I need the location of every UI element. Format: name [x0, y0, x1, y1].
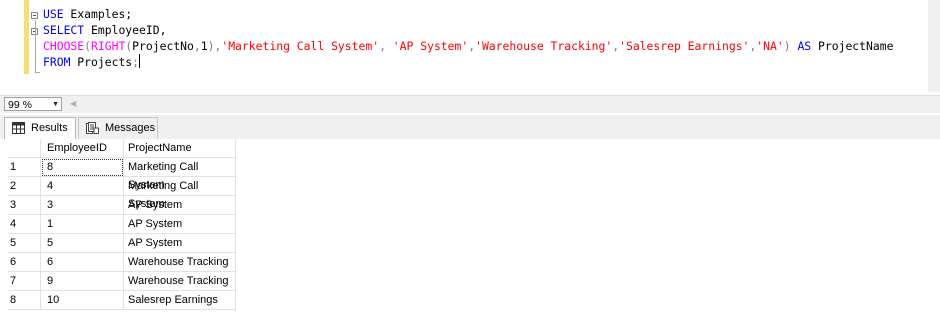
code-token: FROM	[43, 55, 71, 69]
employeeid-cell[interactable]: 8	[41, 158, 124, 177]
row-number[interactable]: 1	[8, 158, 41, 177]
code-token: ProjectName	[811, 39, 894, 53]
code-line[interactable]: CHOOSE(RIGHT(ProjectNo,1),'Marketing Cal…	[43, 38, 893, 54]
code-token: ),	[207, 39, 222, 53]
code-token: CHOOSE	[43, 39, 85, 53]
zoom-select[interactable]: 99 % ▼	[4, 97, 62, 111]
editor-status-strip: 99 % ▼ ◀	[0, 95, 940, 113]
employeeid-cell[interactable]: 10	[41, 291, 124, 310]
code-token: 'Warehouse Tracking'	[475, 39, 613, 53]
row-number[interactable]: 2	[8, 177, 41, 196]
row-number[interactable]: 8	[8, 291, 41, 310]
code-token: ;	[132, 55, 140, 69]
projectname-cell[interactable]: Warehouse Tracking	[124, 272, 236, 291]
projectname-cell[interactable]: AP System	[124, 215, 236, 234]
employeeid-cell[interactable]: 1	[41, 215, 124, 234]
projectname-cell[interactable]: AP System	[124, 234, 236, 253]
projectname-cell[interactable]: Marketing Call System	[124, 158, 236, 191]
code-token: 'NA'	[756, 39, 784, 53]
code-token: Examples;	[63, 7, 133, 21]
code-token: USE	[43, 7, 64, 21]
code-token: SELECT	[43, 23, 85, 37]
code-token: 'Salesrep Earnings'	[619, 39, 750, 53]
employeeid-cell[interactable]: 3	[41, 196, 124, 215]
tab-results-label: Results	[31, 122, 68, 134]
code-token: (	[84, 39, 92, 53]
row-number-header[interactable]	[8, 139, 41, 158]
projectname-cell[interactable]: Salesrep Earnings	[124, 291, 236, 310]
code-token: ,	[193, 39, 201, 53]
results-grid-area[interactable]: EmployeeID ProjectName 1 8 Marketing Call …	[0, 139, 940, 328]
code-line[interactable]: USE Examples;	[43, 6, 132, 22]
projectname-cell[interactable]: Marketing Call System	[124, 177, 236, 210]
employeeid-cell[interactable]: 5	[41, 234, 124, 253]
row-number[interactable]: 7	[8, 272, 41, 291]
row-number[interactable]: 3	[8, 196, 41, 215]
employeeid-cell[interactable]: 9	[41, 272, 124, 291]
code-token: AS	[797, 39, 812, 53]
editor-gutter	[0, 0, 22, 92]
change-tracking-bar	[24, 0, 29, 74]
dropdown-arrow-icon[interactable]: ▼	[52, 98, 59, 112]
tab-messages[interactable]: Messages	[78, 117, 158, 139]
code-token: 'Marketing Call System'	[221, 39, 380, 53]
code-token: ,	[379, 39, 386, 53]
code-line[interactable]: FROM Projects;	[43, 54, 141, 70]
query-editor[interactable]: USE Examples; SELECT EmployeeID, CHOOSE(RI…	[0, 0, 940, 92]
row-number[interactable]: 4	[8, 215, 41, 234]
outline-guide-end	[35, 72, 40, 73]
editor-vertical-scrollbar[interactable]	[928, 0, 940, 92]
tab-messages-label: Messages	[105, 122, 156, 134]
employeeid-cell[interactable]: 6	[41, 253, 124, 272]
zoom-value: 99 %	[8, 99, 32, 111]
employeeid-cell[interactable]: 4	[41, 177, 124, 196]
code-token: ProjectNo	[132, 39, 194, 53]
row-number[interactable]: 6	[8, 253, 41, 272]
code-token: 'AP System'	[392, 39, 469, 53]
code-line[interactable]: SELECT EmployeeID,	[43, 22, 166, 38]
code-token: Projects	[70, 55, 133, 69]
column-header-projectname[interactable]: ProjectName	[124, 139, 236, 158]
code-token: )	[783, 39, 791, 53]
row-number[interactable]: 5	[8, 234, 41, 253]
code-token: 1	[200, 39, 208, 53]
text-caret	[139, 54, 141, 68]
grid-icon	[12, 122, 25, 134]
collapse-icon[interactable]	[31, 12, 38, 19]
column-header-employeeid[interactable]: EmployeeID	[41, 139, 124, 158]
tab-results[interactable]: Results	[4, 117, 76, 139]
code-token: RIGHT	[91, 39, 126, 53]
messages-icon	[86, 122, 99, 134]
scroll-left-icon[interactable]: ◀	[70, 99, 76, 108]
code-token: EmployeeID,	[84, 23, 167, 37]
projectname-cell[interactable]: Warehouse Tracking	[124, 253, 236, 272]
projectname-cell[interactable]: AP System	[124, 196, 236, 215]
outline-guide	[35, 20, 36, 72]
results-tabbar: Results Messages	[0, 115, 940, 140]
